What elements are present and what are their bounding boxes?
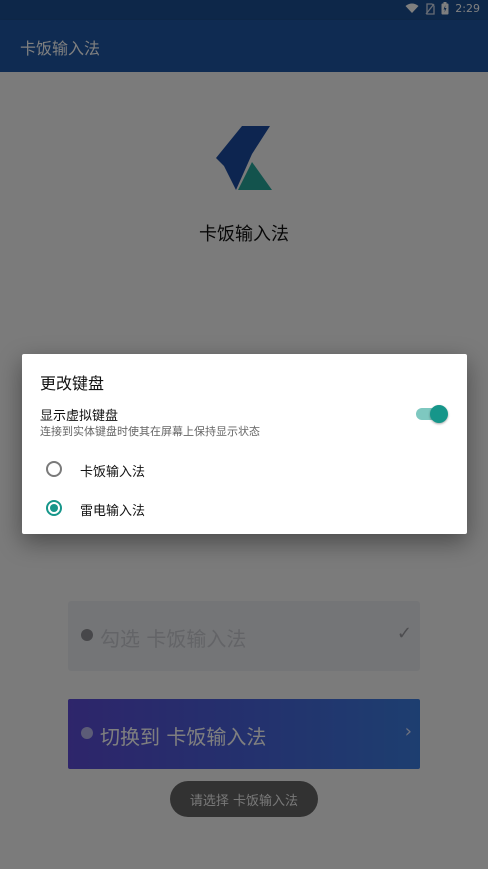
virtual-keyboard-switch[interactable] — [416, 405, 448, 423]
toggle-label: 显示虚拟键盘 — [40, 409, 119, 424]
switch-thumb — [430, 405, 448, 423]
keyboard-option-label: 雷电输入法 — [80, 504, 146, 519]
keyboard-option-leidian[interactable]: 雷电输入法 — [22, 488, 467, 528]
dialog-title: 更改键盘 — [40, 374, 105, 393]
keyboard-option-kafan[interactable]: 卡饭输入法 — [22, 449, 467, 489]
radio-checked[interactable] — [46, 500, 62, 516]
toggle-description: 连接到实体键盘时使其在屏幕上保持显示状态 — [40, 425, 260, 438]
keyboard-option-label: 卡饭输入法 — [80, 465, 146, 480]
change-keyboard-dialog: 更改键盘 显示虚拟键盘 连接到实体键盘时使其在屏幕上保持显示状态 卡饭输入法 雷… — [22, 354, 467, 534]
radio-unchecked[interactable] — [46, 461, 62, 477]
